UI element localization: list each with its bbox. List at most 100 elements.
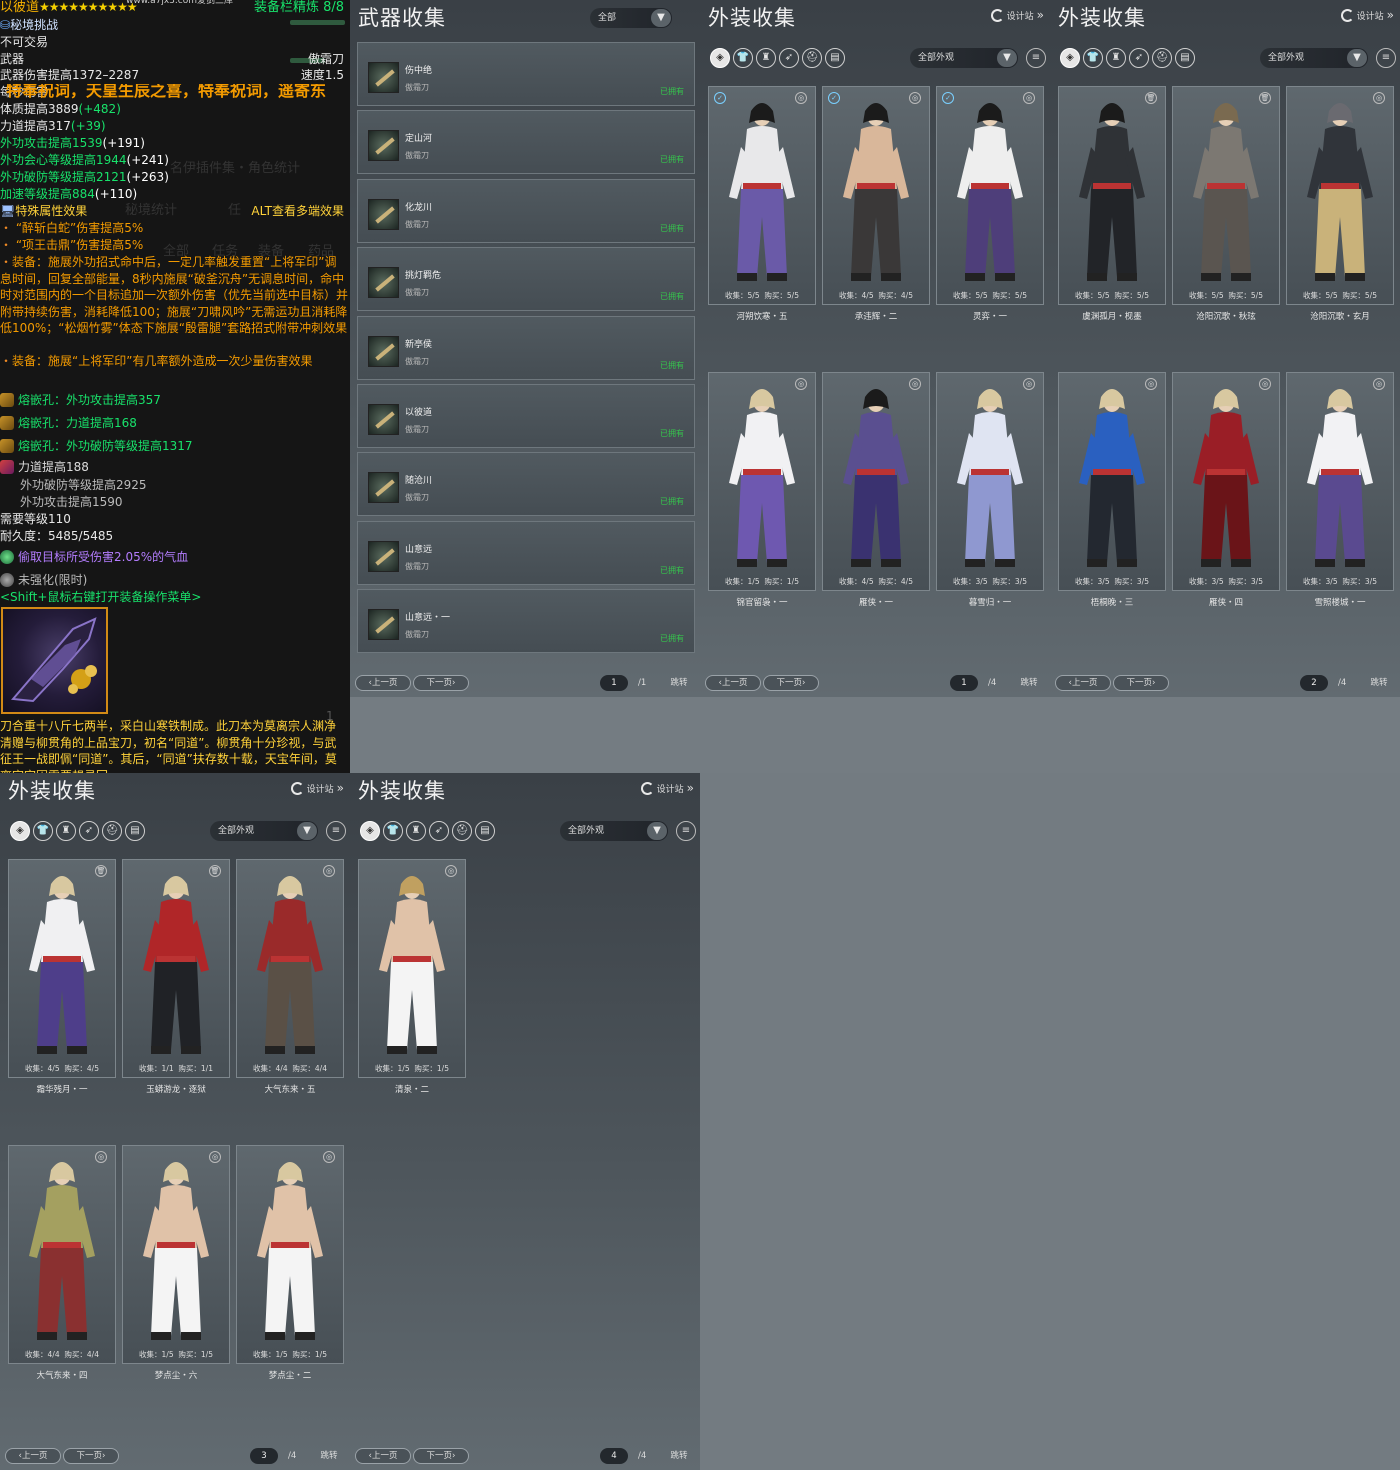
outfit-card[interactable]: ◎ 收集：3/5 购买：3/5 — [1058, 372, 1166, 591]
page-number-input[interactable]: 4 — [600, 1448, 628, 1464]
shirt-icon[interactable]: 👕 — [733, 48, 753, 68]
shirt-icon[interactable]: 👕 — [383, 821, 403, 841]
weapon-item[interactable]: 化龙川 傲霜刀 已拥有 — [357, 178, 695, 243]
book-icon[interactable]: ▤ — [125, 821, 145, 841]
outfit-card[interactable]: ◎ 收集：4/4 购买：4/4 — [8, 1145, 116, 1364]
next-page-button[interactable]: 下一页› — [1113, 675, 1169, 691]
shirt-icon[interactable]: 👕 — [1083, 48, 1103, 68]
outfit-card[interactable]: ◎ 收集：3/5 购买：3/5 — [1172, 372, 1280, 591]
page-number-input[interactable]: 1 — [600, 675, 628, 691]
owned-status: 已拥有 — [660, 497, 684, 507]
book-icon[interactable]: ▤ — [1175, 48, 1195, 68]
feather-icon[interactable]: ➶ — [79, 821, 99, 841]
weapon-item[interactable]: 定山河 傲霜刀 已拥有 — [357, 110, 695, 175]
jump-button[interactable]: 跳转 — [665, 675, 693, 691]
outfit-card[interactable]: ✓ ◎ 收集：4/5 购买：4/5 — [822, 86, 930, 305]
character-model — [1307, 103, 1373, 281]
outfit-filter-dropdown[interactable]: 全部外观 ▼ — [210, 821, 318, 841]
trophy-icon[interactable]: ♜ — [756, 48, 776, 68]
weapon-item[interactable]: 以彼道 傲霜刀 已拥有 — [357, 384, 695, 448]
designer-label: 设计站 — [1356, 11, 1384, 22]
frame-icon[interactable]: ◈ — [710, 48, 730, 68]
outfit-card[interactable]: ◎ 收集：1/5 购买：1/5 — [708, 372, 816, 591]
outfit-card[interactable]: ◎ 收集：4/5 购买：4/5 — [822, 372, 930, 591]
list-filter-icon[interactable]: ≡ — [676, 821, 696, 841]
outfit-card[interactable]: ◎ 收集：4/4 购买：4/4 — [236, 859, 344, 1078]
outfit-filter-dropdown[interactable]: 全部外观 ▼ — [910, 48, 1018, 68]
outfit-filter-dropdown[interactable]: 全部外观 ▼ — [1260, 48, 1368, 68]
outfit-card[interactable]: ◎ 收集：3/5 购买：3/5 — [936, 372, 1044, 591]
feather-icon[interactable]: ➶ — [779, 48, 799, 68]
designer-link[interactable]: 设计站» — [290, 781, 344, 795]
prev-page-button[interactable]: ‹上一页 — [355, 675, 411, 691]
weapon-item[interactable]: 山意远・一 傲霜刀 已拥有 — [357, 589, 695, 654]
outfit-name: 雁侠・四 — [1208, 598, 1243, 608]
next-page-button[interactable]: 下一页› — [413, 675, 469, 691]
book-icon[interactable]: ▤ — [475, 821, 495, 841]
jump-button[interactable]: 跳转 — [1015, 675, 1043, 691]
designer-link[interactable]: 设计站» — [990, 8, 1044, 22]
socket-icon — [0, 393, 14, 407]
weapon-filter-dropdown[interactable]: 全部 ▼ — [590, 8, 672, 28]
outfit-card[interactable]: 🗑 收集：4/5 购买：4/5 — [8, 859, 116, 1078]
weapon-item[interactable]: 伤中绝 傲霜刀 已拥有 — [357, 42, 695, 106]
outfit-card[interactable]: 🗑 收集：5/5 购买：5/5 — [1172, 86, 1280, 305]
weapon-item[interactable]: 山意远 傲霜刀 已拥有 — [357, 520, 695, 585]
jump-button[interactable]: 跳转 — [665, 1448, 693, 1464]
page-number-input[interactable]: 2 — [1300, 675, 1328, 691]
outfit-card[interactable]: ◎ 收集：1/5 购买：1/5 — [122, 1145, 230, 1364]
frame-icon[interactable]: ◈ — [360, 821, 380, 841]
feather-icon[interactable]: ➶ — [429, 821, 449, 841]
next-page-button[interactable]: 下一页› — [63, 1448, 119, 1464]
prev-page-button[interactable]: ‹上一页 — [5, 1448, 61, 1464]
outfit-card[interactable]: 🗑 收集：5/5 购买：5/5 — [1058, 86, 1166, 305]
gem-effect-row: 偷取目标所受伤害2.05%的气血 — [0, 549, 188, 566]
outfit-card[interactable]: ◎ 收集：5/5 购买：5/5 — [1286, 86, 1394, 305]
next-page-button[interactable]: 下一页› — [413, 1448, 469, 1464]
shift-hint: <Shift+鼠标右键打开装备操作菜单> — [0, 590, 202, 604]
frame-icon[interactable]: ◈ — [10, 821, 30, 841]
panel-title: 武器收集 — [358, 6, 446, 30]
feather-icon[interactable]: ➶ — [1129, 48, 1149, 68]
designer-link[interactable]: 设计站» — [1340, 8, 1394, 22]
trophy-icon[interactable]: ♜ — [406, 821, 426, 841]
outfit-filter-dropdown[interactable]: 全部外观 ▼ — [560, 821, 668, 841]
page-number-input[interactable]: 3 — [250, 1448, 278, 1464]
next-page-button[interactable]: 下一页› — [763, 675, 819, 691]
trophy-icon[interactable]: ♜ — [56, 821, 76, 841]
list-filter-icon[interactable]: ≡ — [1026, 48, 1046, 68]
outfit-card[interactable]: ◎ 收集：1/5 购买：1/5 — [358, 859, 466, 1078]
designer-link[interactable]: 设计站» — [640, 781, 694, 795]
character-model — [957, 103, 1023, 281]
attr-bonus: (+191) — [102, 136, 145, 150]
prev-page-button[interactable]: ‹上一页 — [355, 1448, 411, 1464]
outfit-card[interactable]: ◎ 收集：1/5 购买：1/5 — [236, 1145, 344, 1364]
weapon-item[interactable]: 挑灯羁危 傲霜刀 已拥有 — [357, 247, 695, 312]
outfit-card[interactable]: 🗑 收集：1/1 购买：1/1 — [122, 859, 230, 1078]
shirt-icon[interactable]: 👕 — [33, 821, 53, 841]
hat-icon[interactable]: ⛑ — [452, 821, 472, 841]
outfit-card[interactable]: ✓ ◎ 收集：5/5 购买：5/5 — [708, 86, 816, 305]
frame-icon[interactable]: ◈ — [1060, 48, 1080, 68]
list-filter-icon[interactable]: ≡ — [1376, 48, 1396, 68]
weapon-name: 以彼道 — [405, 408, 433, 418]
weapon-item[interactable]: 新亭侯 傲霜刀 已拥有 — [357, 315, 695, 380]
list-filter-icon[interactable]: ≡ — [326, 821, 346, 841]
hat-icon[interactable]: ⛑ — [1152, 48, 1172, 68]
weapon-name: 新亭侯 — [405, 339, 433, 350]
blade-icon — [368, 404, 399, 435]
jump-button[interactable]: 跳转 — [315, 1448, 343, 1464]
outfit-name: 大气东来・四 — [36, 1371, 88, 1381]
prev-page-button[interactable]: ‹上一页 — [705, 675, 761, 691]
jump-button[interactable]: 跳转 — [1365, 675, 1393, 691]
weapon-item[interactable]: 随沧川 傲霜刀 已拥有 — [357, 452, 695, 517]
outfit-name: 大气东来・五 — [264, 1085, 316, 1095]
book-icon[interactable]: ▤ — [825, 48, 845, 68]
hat-icon[interactable]: ⛑ — [802, 48, 822, 68]
outfit-card[interactable]: ✓ ◎ 收集：5/5 购买：5/5 — [936, 86, 1044, 305]
hat-icon[interactable]: ⛑ — [102, 821, 122, 841]
outfit-card[interactable]: ◎ 收集：3/5 购买：3/5 — [1286, 372, 1394, 591]
page-number-input[interactable]: 1 — [950, 675, 978, 691]
trophy-icon[interactable]: ♜ — [1106, 48, 1126, 68]
prev-page-button[interactable]: ‹上一页 — [1055, 675, 1111, 691]
